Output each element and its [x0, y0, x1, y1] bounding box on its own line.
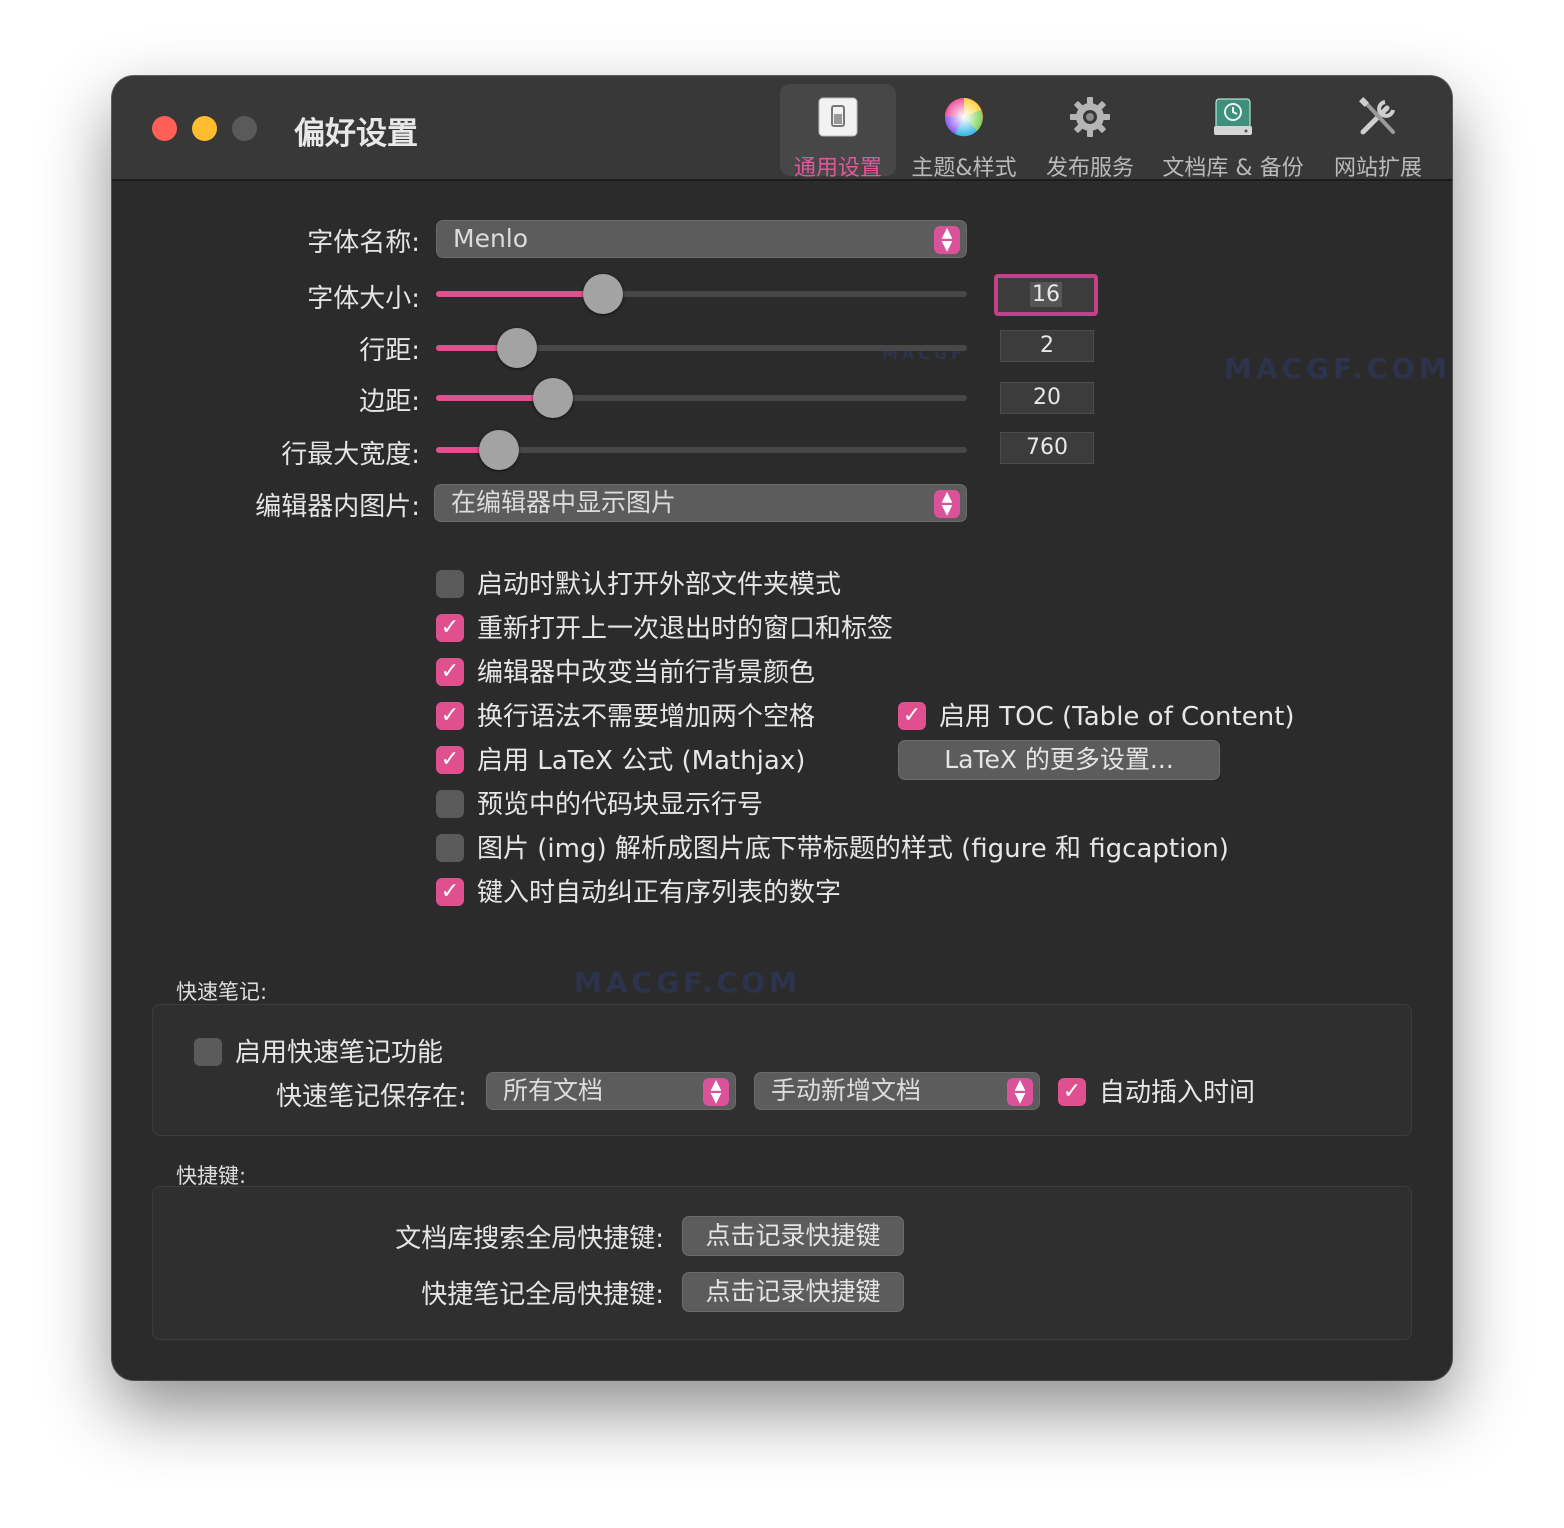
tab-extensions-label: 网站扩展: [1333, 156, 1422, 181]
library-search-shortcut-button[interactable]: 点击记录快捷键: [682, 1216, 904, 1256]
margin-label: 边距:: [359, 387, 420, 417]
option-label: 启用 LaTeX 公式 (Mathjax): [477, 746, 806, 776]
tab-library-backup[interactable]: 文档库 & 备份: [1158, 84, 1308, 181]
checkbox[interactable]: ✓: [436, 878, 464, 906]
tab-general[interactable]: 通用设置: [780, 84, 896, 181]
tab-theme-label: 主题&样式: [911, 156, 1017, 181]
line-spacing-field[interactable]: 2: [1000, 330, 1094, 362]
switch-icon: [817, 96, 859, 138]
tab-publish[interactable]: 发布服务: [1032, 84, 1148, 181]
quick-note-location-popup[interactable]: 所有文档 ▲ ▼: [486, 1072, 736, 1110]
popup-arrows-icon: ▲ ▼: [934, 490, 960, 518]
option-label: 自动插入时间: [1099, 1078, 1256, 1108]
tab-general-label: 通用设置: [793, 156, 882, 181]
option-label: 预览中的代码块显示行号: [477, 790, 764, 820]
gear-icon: [1069, 96, 1111, 138]
popup-arrows-icon: ▲ ▼: [934, 226, 960, 254]
font-size-label: 字体大小:: [307, 284, 420, 314]
latex-more-settings-button[interactable]: LaTeX 的更多设置...: [898, 740, 1220, 780]
shortcuts-group: [152, 1186, 1412, 1340]
time-machine-drive-icon: [1212, 96, 1254, 138]
slider-knob[interactable]: [496, 328, 537, 368]
quick-note-group: [152, 1004, 1412, 1136]
quick-note-doc-value: 手动新增文档: [771, 1076, 922, 1105]
checkbox[interactable]: [436, 790, 464, 818]
option-label: 启用快速笔记功能: [235, 1038, 444, 1068]
tools-icon: [1357, 96, 1399, 138]
checkbox[interactable]: ✓: [436, 658, 464, 686]
library-search-shortcut-label: 文档库搜索全局快捷键:: [395, 1224, 664, 1254]
slider-knob[interactable]: [583, 274, 624, 314]
option-label: 启用 TOC (Table of Content): [939, 702, 1295, 732]
title-bar: 偏好设置 通用设置 主题&样式 发布服务 文档库 & 备份 网站扩展: [112, 76, 1452, 181]
checkbox[interactable]: [194, 1038, 222, 1066]
max-width-slider[interactable]: [436, 430, 967, 470]
image-display-value: 在编辑器中显示图片: [451, 488, 677, 517]
color-wheel-icon: [943, 96, 985, 138]
image-label: 编辑器内图片:: [255, 492, 420, 522]
font-size-slider[interactable]: [436, 274, 967, 314]
option-label: 重新打开上一次退出时的窗口和标签: [477, 614, 894, 644]
checkbox[interactable]: [436, 570, 464, 598]
minimize-button[interactable]: [192, 116, 217, 141]
font-size-field[interactable]: 16: [994, 274, 1098, 316]
option-label: 图片 (img) 解析成图片底下带标题的样式 (figure 和 figcapt…: [477, 834, 1229, 864]
checkbox[interactable]: ✓: [1058, 1078, 1086, 1106]
max-width-field[interactable]: 760: [1000, 432, 1094, 464]
quick-note-shortcut-label: 快捷笔记全局快捷键:: [421, 1280, 664, 1310]
option-label: 键入时自动纠正有序列表的数字: [477, 878, 842, 908]
quick-note-doc-popup[interactable]: 手动新增文档 ▲ ▼: [754, 1072, 1040, 1110]
watermark-text: MACGF.COM: [1224, 352, 1451, 385]
checkbox[interactable]: ✓: [436, 702, 464, 730]
popup-arrows-icon: ▲ ▼: [703, 1078, 729, 1106]
font-name-popup[interactable]: Menlo ▲ ▼: [436, 220, 967, 258]
line-spacing-slider[interactable]: [436, 328, 967, 368]
slider-knob[interactable]: [532, 378, 573, 418]
line-spacing-label: 行距:: [359, 336, 420, 366]
tab-extensions[interactable]: 网站扩展: [1320, 84, 1436, 181]
option-label: 编辑器中改变当前行背景颜色: [477, 658, 816, 688]
close-button[interactable]: [152, 116, 177, 141]
popup-arrows-icon: ▲ ▼: [1007, 1078, 1033, 1106]
slider-knob[interactable]: [478, 430, 519, 470]
checkbox[interactable]: ✓: [436, 746, 464, 774]
margin-field[interactable]: 20: [1000, 382, 1094, 414]
option-label: 换行语法不需要增加两个空格: [477, 702, 816, 732]
option-label: 启动时默认打开外部文件夹模式: [477, 570, 842, 600]
font-name-value: Menlo: [453, 224, 529, 253]
window-title: 偏好设置: [294, 116, 418, 152]
margin-slider[interactable]: [436, 378, 967, 418]
slider-fill: [436, 291, 604, 297]
quick-note-section-label: 快速笔记:: [176, 980, 268, 1004]
checkbox[interactable]: ✓: [898, 702, 926, 730]
max-width-label: 行最大宽度:: [281, 440, 420, 470]
checkbox[interactable]: ✓: [436, 614, 464, 642]
watermark-text-2: MACGF.COM: [574, 966, 801, 999]
preferences-window: 偏好设置 通用设置 主题&样式 发布服务 文档库 & 备份 网站扩展 MACGF…: [112, 76, 1452, 1380]
font-name-label: 字体名称:: [307, 228, 420, 258]
font-size-value: 16: [1030, 282, 1062, 307]
quick-note-location-value: 所有文档: [503, 1076, 604, 1105]
zoom-button[interactable]: [232, 116, 257, 141]
checkbox[interactable]: [436, 834, 464, 862]
quick-note-shortcut-button[interactable]: 点击记录快捷键: [682, 1272, 904, 1312]
image-display-popup[interactable]: 在编辑器中显示图片 ▲ ▼: [434, 484, 967, 522]
tab-theme[interactable]: 主题&样式: [906, 84, 1022, 181]
tab-publish-label: 发布服务: [1045, 156, 1134, 181]
tab-library-backup-label: 文档库 & 备份: [1162, 156, 1304, 181]
quick-note-save-label: 快速笔记保存在:: [276, 1082, 467, 1112]
